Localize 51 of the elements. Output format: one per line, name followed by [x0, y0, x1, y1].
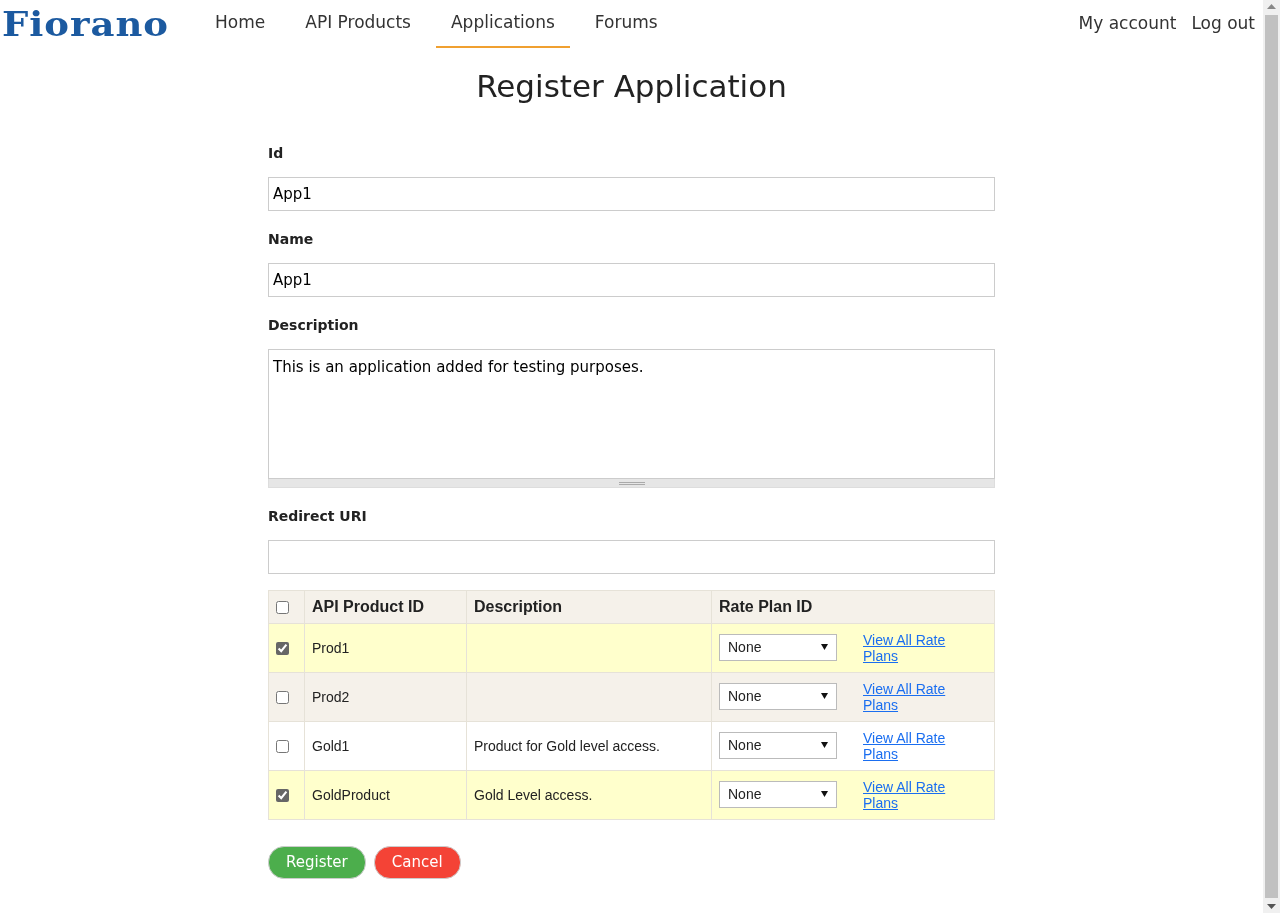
caret-icon: [821, 742, 828, 749]
scrollbar[interactable]: [1263, 0, 1280, 913]
product-description: Gold Level access.: [474, 786, 593, 803]
field-label: Description: [268, 316, 360, 336]
column-header: Description: [466, 590, 712, 624]
input-field[interactable]: [268, 540, 995, 575]
field-label: Name: [268, 230, 315, 250]
caret-icon: [821, 791, 828, 798]
table-row[interactable]: Gold1 Product for Gold level access. None View All Rate Plans: [268, 721, 995, 771]
product-id: Gold1: [312, 737, 350, 754]
view-rate-plans-link[interactable]: View All Rate Plans: [863, 632, 953, 665]
input-field[interactable]: App1: [268, 177, 995, 212]
logo: Fiorano: [2, 7, 170, 41]
nav-link[interactable]: Forums: [579, 0, 673, 49]
nav-link[interactable]: Home: [200, 0, 281, 49]
checkbox[interactable]: [276, 740, 289, 754]
nav-link[interactable]: Log out: [1191, 11, 1255, 37]
product-id: Prod2: [312, 688, 350, 705]
checkbox[interactable]: [276, 601, 289, 615]
product-id: Prod1: [312, 639, 350, 656]
rate-plan-dropdown[interactable]: None: [719, 731, 837, 759]
page-title: Register Application: [475, 68, 788, 106]
scroll-up-icon[interactable]: [1267, 4, 1276, 9]
description-field[interactable]: This is an application added for testing purposes.: [268, 349, 995, 480]
column-header: Rate Plan ID: [711, 590, 995, 624]
nav-link[interactable]: Applications: [435, 0, 570, 49]
view-rate-plans-link[interactable]: View All Rate Plans: [863, 681, 953, 714]
rate-plan-dropdown[interactable]: None: [719, 780, 837, 808]
checkbox[interactable]: [276, 789, 289, 803]
cancel-button[interactable]: Cancel: [373, 846, 461, 879]
checkbox[interactable]: [276, 691, 289, 705]
product-id: GoldProduct: [312, 786, 390, 803]
caret-icon: [821, 644, 828, 651]
view-rate-plans-link[interactable]: View All Rate Plans: [863, 779, 953, 812]
resize-handle[interactable]: [268, 479, 995, 489]
nav-link[interactable]: My account: [1078, 11, 1177, 37]
view-rate-plans-link[interactable]: View All Rate Plans: [863, 730, 953, 763]
caret-icon: [821, 693, 828, 700]
table-row[interactable]: Prod2 None View All Rate Plans: [268, 672, 995, 722]
input-field[interactable]: App1: [268, 263, 995, 298]
field-label: Id: [268, 144, 285, 164]
table-row[interactable]: GoldProduct Gold Level access. None View All Rate Plans: [268, 770, 995, 820]
column-header: API Product ID: [304, 590, 467, 624]
product-description: Product for Gold level access.: [474, 737, 660, 754]
checkbox[interactable]: [276, 642, 289, 656]
table-row[interactable]: Prod1 None View All Rate Plans: [268, 623, 995, 673]
nav-link[interactable]: API Products: [290, 0, 426, 49]
scroll-down-icon[interactable]: [1267, 904, 1276, 909]
rate-plan-dropdown[interactable]: None: [719, 682, 837, 710]
rate-plan-dropdown[interactable]: None: [719, 633, 837, 661]
field-label: Redirect URI: [268, 507, 368, 527]
